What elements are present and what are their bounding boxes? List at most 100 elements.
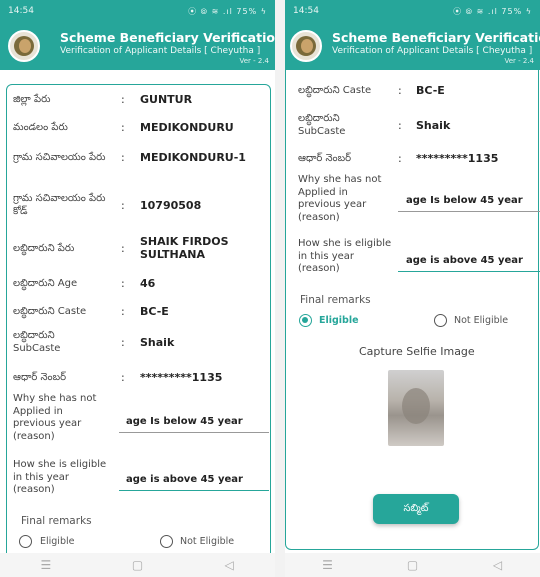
field-label: లబ్ధిదారుని Caste [298, 84, 372, 96]
eligible-radio-label[interactable]: Eligible [319, 315, 359, 326]
menu-icon[interactable]: ☰ [313, 558, 343, 572]
colon: : [121, 276, 125, 290]
reason-eligible-input[interactable]: age is above 45 year [119, 471, 269, 491]
status-time: 14:54 [8, 6, 34, 16]
not-eligible-radio[interactable] [434, 314, 447, 327]
field-label: లబ్ధిదారుని SubCaste [13, 330, 61, 354]
field-row-subcaste: లబ్ధిదారుని SubCaste : Shaik [7, 327, 270, 357]
applicant-details-card: లబ్ధిదారుని Caste : BC-E లబ్ధిదారుని Sub… [285, 70, 540, 550]
reason-eligible-value: age is above 45 year [126, 474, 243, 485]
reason-not-applied-input[interactable]: age Is below 45 year [119, 413, 269, 433]
question-eligible: How she is eligible in this year (reason… [13, 459, 107, 495]
app-title: Scheme Beneficiary Verification [60, 30, 275, 45]
eligible-radio[interactable] [19, 535, 32, 548]
right-screen: 14:54 ⦿ ⦾ ≋ .ıl 75% ϟ Scheme Beneficiary… [285, 0, 540, 577]
eligible-radio-selected[interactable] [299, 314, 312, 327]
app-version: Ver - 2.4 [239, 57, 269, 65]
home-icon[interactable]: ▢ [398, 558, 428, 572]
field-value: BC-E [140, 304, 169, 318]
app-bar: Scheme Beneficiary Verification Verifica… [0, 22, 275, 70]
colon: : [398, 118, 402, 132]
nav-bar: ☰ ▢ ◁ [285, 553, 540, 577]
app-version: Ver - 2.4 [504, 57, 534, 65]
field-label: గ్రామ సచివాలయం పేరు కోడ్ [13, 193, 106, 217]
capture-selfie-label: Capture Selfie Image [359, 345, 475, 358]
question-eligible: How she is eligible in this year (reason… [298, 238, 392, 274]
government-emblem-icon [8, 30, 40, 62]
field-row-subcaste: లబ్ధిదారుని SubCaste : Shaik [286, 108, 538, 142]
home-icon[interactable]: ▢ [122, 558, 152, 572]
colon: : [121, 150, 125, 164]
left-screen: 14:54 ⦿ ⦾ ≋ .ıl 75% ϟ Scheme Beneficiary… [0, 0, 275, 577]
government-emblem-icon [290, 30, 322, 62]
field-row-caste: లబ్ధిదారుని Caste : BC-E [7, 301, 270, 321]
colon: : [121, 335, 125, 349]
final-remarks-label: Final remarks [300, 294, 371, 306]
not-eligible-radio-label[interactable]: Not Eligible [454, 315, 508, 326]
field-value: 10790508 [140, 198, 202, 212]
field-label: గ్రామ సచివాలయం పేరు [13, 151, 106, 163]
field-label: లబ్ధిదారుని Age [13, 277, 78, 289]
menu-icon[interactable]: ☰ [31, 558, 61, 572]
field-row-caste: లబ్ధిదారుని Caste : BC-E [286, 80, 538, 100]
app-subtitle: Verification of Applicant Details [ Chey… [332, 46, 533, 56]
field-row-secretariat-name: గ్రామ సచివాలయం పేరు : MEDIKONDURU-1 [7, 141, 270, 173]
status-time: 14:54 [293, 6, 319, 16]
nav-bar: ☰ ▢ ◁ [0, 553, 275, 577]
back-icon[interactable]: ◁ [214, 558, 244, 572]
field-value: BC-E [416, 83, 445, 97]
eligible-radio-label[interactable]: Eligible [40, 536, 74, 547]
field-row-beneficiary-name: లబ్ధిదారుని పేరు : SHAIK FIRDOS SULTHANA [7, 231, 270, 265]
field-value: Shaik [140, 335, 175, 349]
app-subtitle: Verification of Applicant Details [ Chey… [60, 46, 261, 56]
screen-divider [275, 0, 285, 577]
question-not-applied: Why she has not Applied in previous year… [13, 393, 97, 442]
not-eligible-radio[interactable] [160, 535, 173, 548]
colon: : [121, 370, 125, 384]
selfie-image[interactable] [388, 370, 444, 446]
field-row-aadhaar: ఆధార్ నెంబర్ : *********1135 [286, 148, 538, 168]
field-label: లబ్ధిదారుని Caste [13, 305, 87, 317]
status-bar: 14:54 ⦿ ⦾ ≋ .ıl 75% ϟ [285, 0, 540, 22]
final-remarks-label: Final remarks [21, 515, 92, 527]
colon: : [121, 120, 125, 134]
field-label: ఆధార్ నెంబర్ [13, 371, 67, 383]
colon: : [121, 241, 125, 255]
field-value: MEDIKONDURU-1 [140, 150, 246, 164]
submit-button[interactable]: సబ్మిట్ [373, 494, 459, 524]
app-title: Scheme Beneficiary Verification [332, 30, 540, 45]
reason-not-applied-input[interactable]: age Is below 45 year [398, 192, 540, 212]
reason-eligible-input[interactable]: age is above 45 year [398, 252, 540, 272]
field-label: మండలం పేరు [13, 121, 68, 133]
colon: : [121, 92, 125, 106]
status-icons: ⦿ ⦾ ≋ .ıl 75% ϟ [188, 6, 267, 16]
field-label: లబ్ధిదారుని SubCaste [298, 113, 346, 137]
reason-not-applied-value: age Is below 45 year [126, 416, 243, 427]
field-row-aadhaar: ఆధార్ నెంబర్ : *********1135 [7, 367, 270, 387]
reason-not-applied-value: age Is below 45 year [406, 195, 523, 206]
reason-eligible-value: age is above 45 year [406, 255, 523, 266]
question-not-applied: Why she has not Applied in previous year… [298, 174, 382, 223]
not-eligible-radio-label[interactable]: Not Eligible [180, 536, 234, 547]
colon: : [398, 83, 402, 97]
colon: : [121, 304, 125, 318]
status-bar: 14:54 ⦿ ⦾ ≋ .ıl 75% ϟ [0, 0, 275, 22]
field-value: MEDIKONDURU [140, 120, 234, 134]
field-value: Shaik [416, 118, 451, 132]
field-value: *********1135 [416, 151, 499, 165]
field-label: జిల్లా పేరు [13, 93, 51, 105]
back-icon[interactable]: ◁ [483, 558, 513, 572]
field-label: లబ్ధిదారుని పేరు [13, 242, 75, 254]
field-value: 46 [140, 276, 156, 290]
applicant-details-card: జిల్లా పేరు : GUNTUR మండలం పేరు : MEDIKO… [6, 84, 271, 574]
field-label: ఆధార్ నెంబర్ [298, 152, 352, 164]
field-value: SHAIK FIRDOS SULTHANA [140, 235, 229, 261]
field-row-secretariat-code: గ్రామ సచివాలయం పేరు కోడ్ : 10790508 [7, 189, 270, 221]
status-icons: ⦿ ⦾ ≋ .ıl 75% ϟ [453, 6, 532, 16]
colon: : [398, 151, 402, 165]
colon: : [121, 198, 125, 212]
field-row-age: లబ్ధిదారుని Age : 46 [7, 273, 270, 293]
field-value: *********1135 [140, 370, 223, 384]
field-row-district: జిల్లా పేరు : GUNTUR [7, 89, 270, 109]
field-row-mandal: మండలం పేరు : MEDIKONDURU [7, 117, 270, 137]
